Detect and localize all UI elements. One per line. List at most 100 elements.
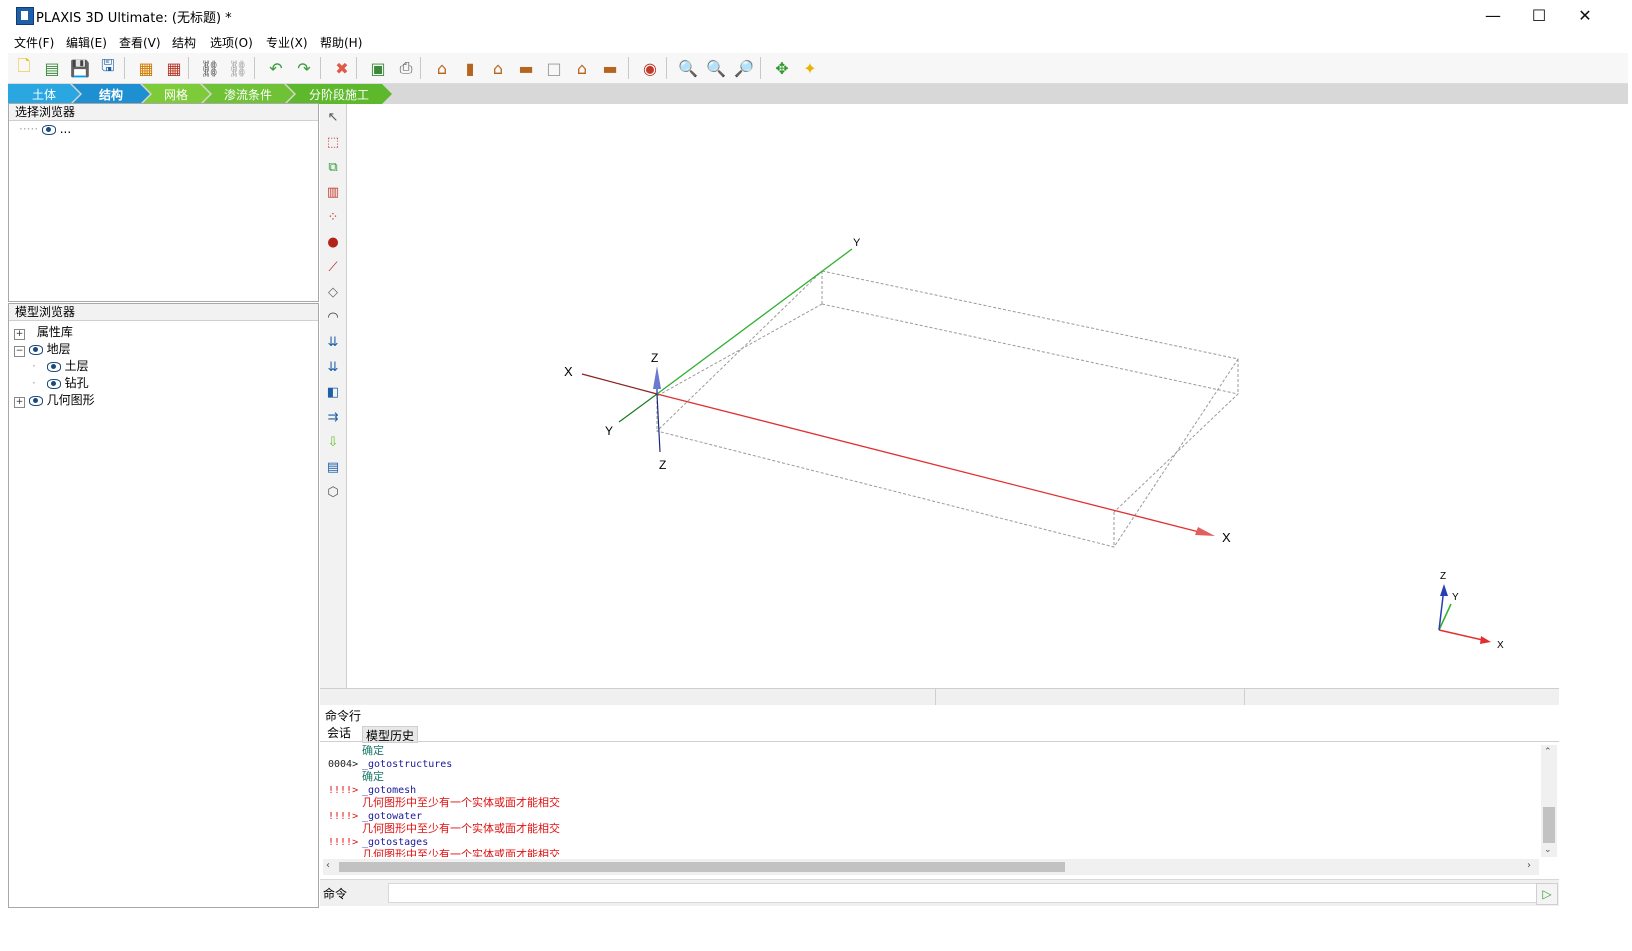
eye-icon[interactable]: [28, 395, 43, 406]
scroll-thumb-vertical[interactable]: [1543, 807, 1555, 843]
tab-soil-label: 土体: [31, 87, 56, 102]
x-axis-arrow: [1195, 527, 1215, 536]
menu-expert[interactable]: 专业(X): [266, 34, 308, 51]
mini-y-label: Y: [1452, 592, 1459, 603]
menu-edit[interactable]: 编辑(E): [66, 34, 107, 51]
close-button[interactable]: ✕: [1562, 0, 1608, 31]
scroll-right-icon[interactable]: ›: [1527, 860, 1531, 871]
tab-staged-construction[interactable]: 分阶段施工: [286, 84, 392, 104]
command-input[interactable]: [388, 883, 1542, 903]
create-box-icon[interactable]: ▥: [322, 181, 344, 203]
eye-icon[interactable]: [28, 344, 43, 355]
model-tree-item[interactable]: · 钻孔: [32, 374, 89, 391]
open-project-icon[interactable]: ▤: [40, 56, 64, 80]
selection-item[interactable]: ····· ...: [19, 122, 71, 136]
unlink-icon[interactable]: ⛓: [226, 56, 250, 80]
delete-icon[interactable]: ✖: [330, 56, 354, 80]
y-axis-positive: [656, 248, 853, 395]
import-icon[interactable]: ▦: [134, 56, 158, 80]
select-tool-icon[interactable]: ↖: [322, 106, 344, 128]
print-icon[interactable]: ⎙: [394, 56, 418, 80]
tab-structures[interactable]: 结构: [72, 84, 150, 104]
run-icon: ▷: [1542, 887, 1552, 901]
surface-load-icon[interactable]: ◧: [322, 381, 344, 403]
command-panel-title: 命令行: [325, 709, 362, 723]
view-side-icon[interactable]: ⌂: [570, 56, 594, 80]
model-tree-item[interactable]: + 几何图形: [14, 391, 95, 408]
menu-structures[interactable]: 结构: [172, 34, 196, 51]
import-geometry-icon[interactable]: ⇩: [322, 431, 344, 453]
model-tree-item[interactable]: + 属性库: [14, 323, 73, 340]
report-icon[interactable]: ▣: [366, 56, 390, 80]
x-axis-label-negative: X: [564, 364, 573, 379]
log-vertical-scrollbar[interactable]: ⌃ ⌄: [1541, 745, 1557, 857]
rotate-icon[interactable]: ✦: [798, 56, 822, 80]
view-bottom-icon[interactable]: ▬: [598, 56, 622, 80]
command-log[interactable]: 确定 0004> _gotostructures 确定 !!!!> _gotomesh 几何…: [328, 745, 1538, 857]
eye-icon[interactable]: [46, 361, 61, 372]
export-icon[interactable]: ▦: [162, 56, 186, 80]
undo-icon[interactable]: ↶: [264, 56, 288, 80]
pan-icon[interactable]: ✥: [770, 56, 794, 80]
tab-model-history-label: 模型历史: [365, 729, 414, 743]
collapse-icon[interactable]: −: [14, 346, 25, 357]
eye-icon[interactable]: [41, 124, 56, 135]
tab-session[interactable]: 会话: [322, 724, 356, 741]
menu-help[interactable]: 帮助(H): [320, 34, 362, 51]
move-object-icon[interactable]: ⧉: [322, 156, 344, 178]
scroll-left-icon[interactable]: ‹: [326, 860, 330, 871]
tab-structures-label: 结构: [98, 87, 123, 102]
3d-viewport[interactable]: X X Y Y Z Z X Y Z: [347, 104, 1559, 687]
redo-icon[interactable]: ↷: [292, 56, 316, 80]
zoom-in-icon[interactable]: 🔍: [676, 56, 700, 80]
maximize-button[interactable]: ☐: [1516, 0, 1562, 31]
view-top-icon[interactable]: ▬: [514, 56, 538, 80]
design-approaches-icon[interactable]: ⬡: [322, 481, 344, 503]
zoom-window-icon[interactable]: 🔎: [732, 56, 756, 80]
point-load-icon[interactable]: ⇊: [322, 331, 344, 353]
create-line-icon[interactable]: ⟋: [322, 256, 344, 278]
command-log-line: 几何图形中至少有一个实体或面才能相交: [328, 822, 1538, 837]
expand-icon[interactable]: +: [14, 329, 25, 340]
tab-staged-construction-label: 分阶段施工: [308, 87, 369, 102]
create-tunnel-icon[interactable]: ◠: [322, 306, 344, 328]
save-project-icon[interactable]: 💾: [68, 56, 92, 80]
new-project-icon[interactable]: 🗋: [12, 56, 36, 80]
view-back-icon[interactable]: ⌂: [486, 56, 510, 80]
create-point-icon[interactable]: ●: [322, 231, 344, 253]
create-surface-icon[interactable]: ◇: [322, 281, 344, 303]
view-blank-icon[interactable]: □: [542, 56, 566, 80]
app-icon: [16, 7, 34, 25]
menu-file[interactable]: 文件(F): [14, 34, 54, 51]
log-horizontal-scrollbar[interactable]: ‹ ›: [323, 859, 1539, 875]
save-as-icon[interactable]: 🖫: [96, 56, 120, 80]
model-tree-item[interactable]: · 土层: [32, 357, 89, 374]
view-front-icon[interactable]: ▮: [458, 56, 482, 80]
tab-mesh[interactable]: 网格: [142, 84, 210, 104]
create-array-icon[interactable]: ⁘: [322, 206, 344, 228]
expand-icon[interactable]: +: [14, 397, 25, 408]
link-icon[interactable]: ⛓: [198, 56, 222, 80]
x-axis-label-positive: X: [1222, 530, 1231, 545]
model-tree-item[interactable]: − 地层: [14, 340, 71, 357]
scroll-down-icon[interactable]: ⌄: [1544, 845, 1552, 855]
eye-icon[interactable]: [46, 378, 61, 389]
command-log-prefix: 0004>: [328, 758, 359, 770]
show-materials-icon[interactable]: ▤: [322, 456, 344, 478]
camera-icon[interactable]: ◉: [638, 56, 662, 80]
menu-view[interactable]: 查看(V): [119, 34, 161, 51]
line-load-icon[interactable]: ⇊: [322, 356, 344, 378]
rectangle-select-icon[interactable]: ⬚: [322, 131, 344, 153]
run-command-button[interactable]: ▷: [1536, 883, 1558, 905]
tab-flow-conditions[interactable]: 渗流条件: [202, 84, 294, 104]
tab-soil[interactable]: 土体: [8, 84, 80, 104]
menu-options[interactable]: 选项(O): [210, 34, 253, 51]
minimize-button[interactable]: —: [1470, 0, 1516, 31]
view-default-icon[interactable]: ⌂: [430, 56, 454, 80]
scroll-up-icon[interactable]: ⌃: [1544, 747, 1552, 757]
close-icon: ✕: [1578, 6, 1592, 25]
tab-model-history[interactable]: 模型历史: [362, 726, 418, 743]
prescribed-displacement-icon[interactable]: ⇉: [322, 406, 344, 428]
scroll-thumb-horizontal[interactable]: [339, 862, 1065, 872]
zoom-out-icon[interactable]: 🔍: [704, 56, 728, 80]
